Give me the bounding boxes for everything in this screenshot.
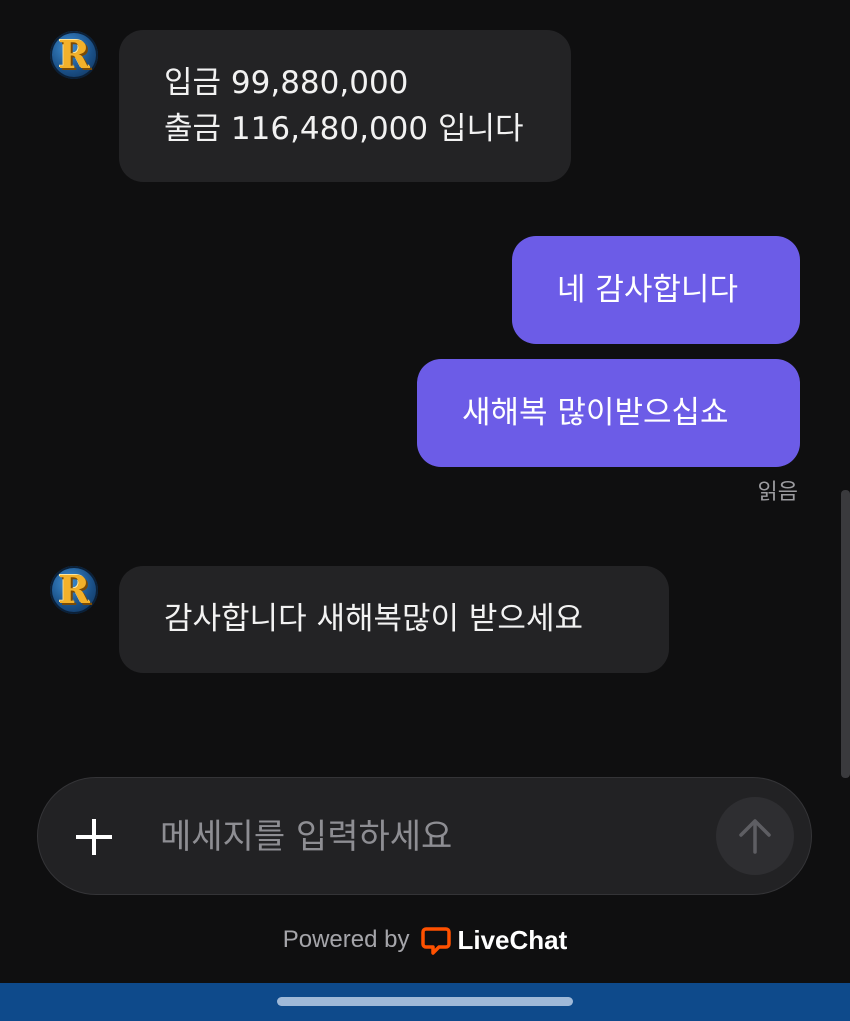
add-attachment-button[interactable] xyxy=(64,807,124,867)
agent-avatar: R xyxy=(50,566,98,614)
powered-by-label: Powered by xyxy=(282,926,410,953)
livechat-logo-icon xyxy=(421,927,452,955)
visitor-message-bubble: 네 감사합니다 xyxy=(512,236,800,344)
powered-by-footer: Powered by LiveChat xyxy=(0,920,850,960)
message-text: 감사합니다 새해복많이 받으세요 xyxy=(164,601,583,637)
message-composer xyxy=(37,777,812,895)
message-text: 입금 99,880,000 xyxy=(164,65,409,101)
livechat-link[interactable]: LiveChat xyxy=(421,925,567,956)
message-text: 출금 116,480,000 입니다 xyxy=(164,111,524,147)
message-text: 새해복 많이받으십쇼 xyxy=(462,395,729,431)
plus-icon xyxy=(76,819,112,855)
chat-scrollbar[interactable] xyxy=(841,490,850,778)
livechat-brand-name: LiveChat xyxy=(457,924,568,955)
send-button[interactable] xyxy=(716,797,794,875)
home-gesture-handle[interactable] xyxy=(277,997,573,1006)
gold-r-logo-icon: R xyxy=(58,32,90,77)
arrow-up-icon xyxy=(739,819,771,854)
read-receipt: 읽음 xyxy=(757,480,798,505)
gold-r-logo-icon: R xyxy=(58,567,90,612)
system-navigation-bar xyxy=(0,983,850,1021)
visitor-message-bubble: 새해복 많이받으십쇼 xyxy=(417,359,800,467)
agent-avatar: R xyxy=(50,31,98,79)
agent-message-bubble: 입금 99,880,000 출금 116,480,000 입니다 xyxy=(119,30,571,182)
message-input[interactable] xyxy=(158,800,702,874)
message-text: 네 감사합니다 xyxy=(557,272,738,308)
agent-message-bubble: 감사합니다 새해복많이 받으세요 xyxy=(119,566,669,673)
